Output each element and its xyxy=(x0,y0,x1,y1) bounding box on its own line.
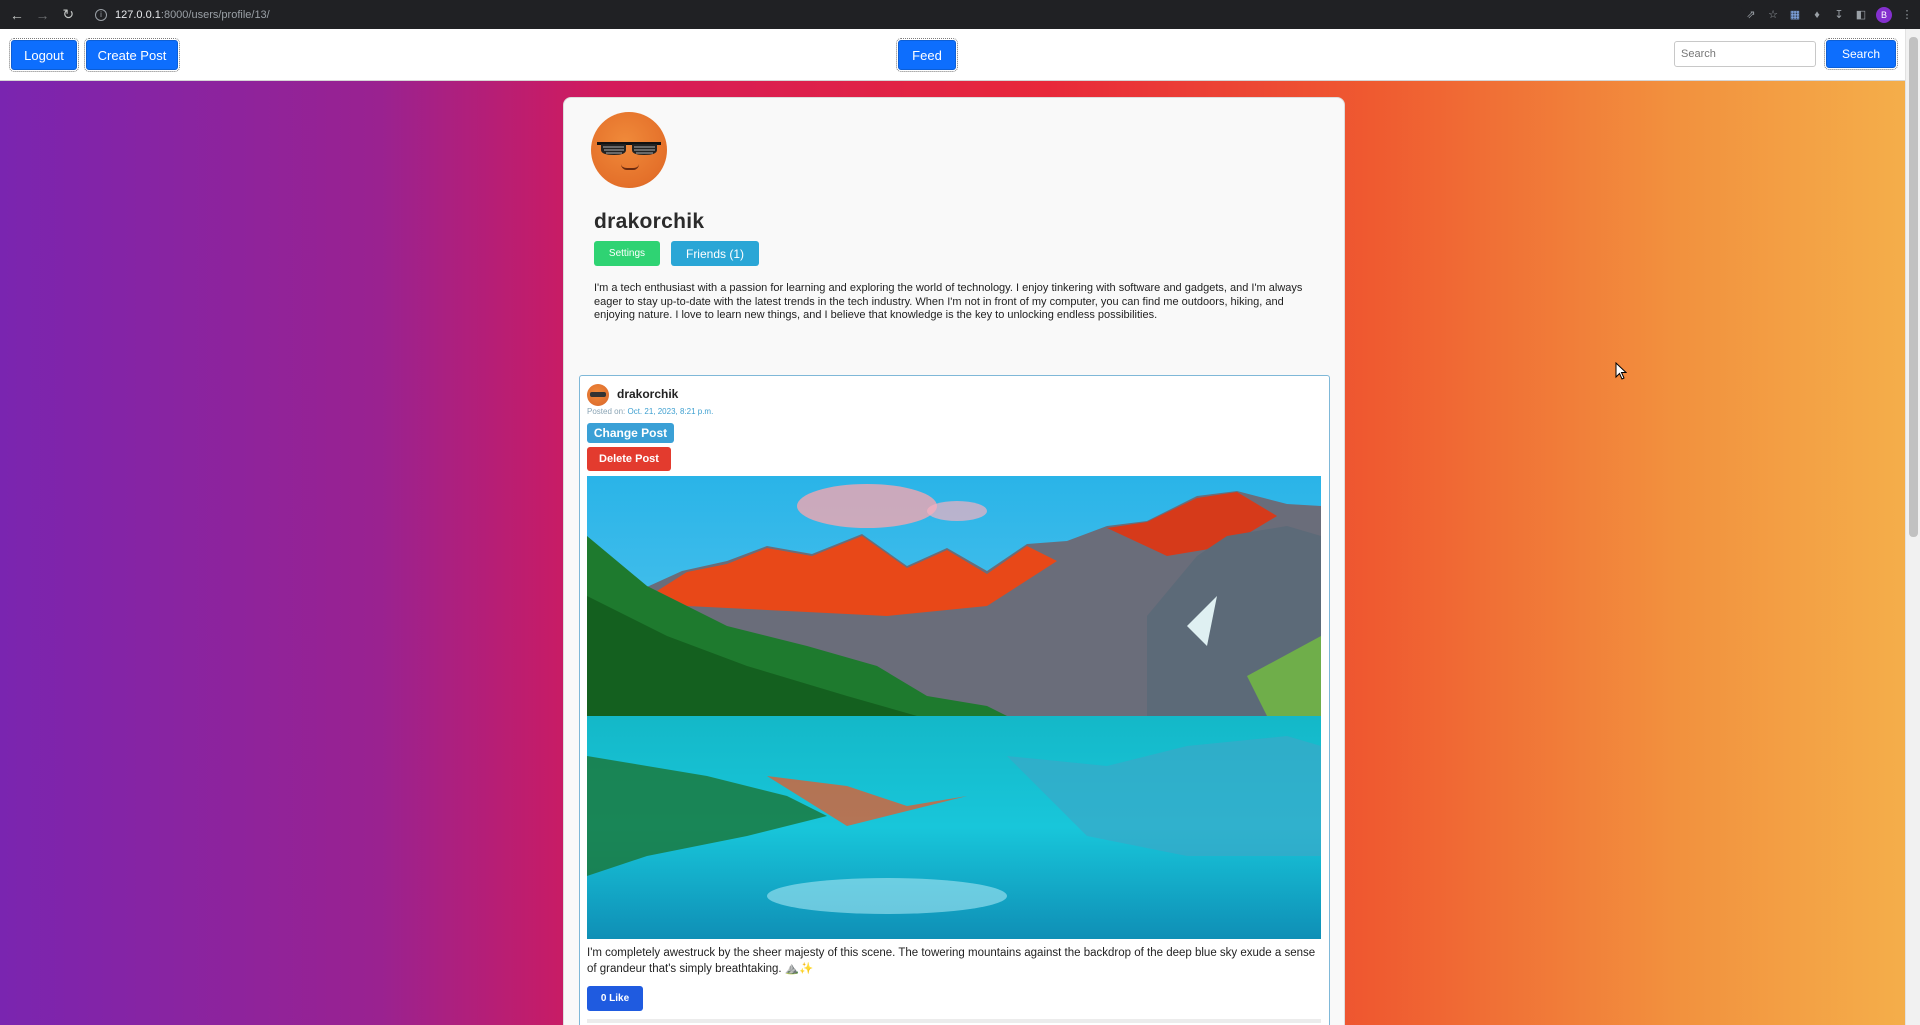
bookmark-star-icon[interactable]: ☆ xyxy=(1766,8,1780,22)
post-text: I'm completely awestruck by the sheer ma… xyxy=(587,947,1316,975)
post-card: drakorchik Posted on: Oct. 21, 2023, 8:2… xyxy=(579,375,1330,1025)
post-date: Posted on: Oct. 21, 2023, 8:21 p.m. xyxy=(587,407,713,416)
post-author-avatar[interactable] xyxy=(587,384,609,406)
post-author-name[interactable]: drakorchik xyxy=(617,387,678,401)
share-icon[interactable]: ⇗ xyxy=(1744,8,1758,22)
profile-avatar-image xyxy=(591,112,667,188)
menu-kebab-icon[interactable]: ⋮ xyxy=(1900,8,1914,22)
address-bar[interactable]: i 127.0.0.1:8000/users/profile/13/ xyxy=(89,3,1744,26)
post-date-label: Posted on: xyxy=(587,407,626,416)
translate-icon[interactable]: ▦ xyxy=(1788,8,1802,22)
post-divider xyxy=(587,1019,1321,1023)
like-button[interactable]: 0 Like xyxy=(587,986,643,1011)
search-input[interactable] xyxy=(1674,41,1816,67)
site-navbar: Logout Create Post Feed Search xyxy=(0,29,1905,81)
avatar-mouth xyxy=(621,164,639,170)
profile-avatar[interactable]: B xyxy=(1876,6,1892,23)
delete-post-button[interactable]: Delete Post xyxy=(587,447,671,471)
mouse-cursor-icon xyxy=(1615,362,1627,380)
page-scrollbar[interactable] xyxy=(1905,29,1920,1025)
browser-toolbar: ← → ↻ i 127.0.0.1:8000/users/profile/13/… xyxy=(0,0,1920,29)
create-post-button[interactable]: Create Post xyxy=(84,38,180,72)
settings-button[interactable]: Settings xyxy=(594,241,660,266)
download-icon[interactable]: ↧ xyxy=(1832,8,1846,22)
profile-card: drakorchik Settings Friends (1) I'm a te… xyxy=(563,97,1345,1025)
profile-bio: I'm a tech enthusiast with a passion for… xyxy=(594,282,1303,322)
friends-button[interactable]: Friends (1) xyxy=(671,241,759,266)
sunglasses-icon xyxy=(597,142,661,155)
search-button[interactable]: Search xyxy=(1824,38,1898,70)
post-image xyxy=(587,476,1321,939)
url-host: 127.0.0.1 xyxy=(115,8,161,21)
extensions-icon[interactable]: ♦ xyxy=(1810,8,1824,22)
logout-button[interactable]: Logout xyxy=(9,38,79,72)
profile-username: drakorchik xyxy=(594,210,705,233)
site-info-icon[interactable]: i xyxy=(95,8,108,21)
back-icon[interactable]: ← xyxy=(6,4,28,26)
feed-button[interactable]: Feed xyxy=(896,38,958,72)
post-date-value: Oct. 21, 2023, 8:21 p.m. xyxy=(627,407,714,416)
change-post-button[interactable]: Change Post xyxy=(587,423,674,443)
url-path: :8000/users/profile/13/ xyxy=(160,8,270,21)
forward-icon[interactable]: → xyxy=(32,4,54,26)
side-panel-icon[interactable]: ◧ xyxy=(1854,8,1868,22)
scrollbar-thumb[interactable] xyxy=(1909,37,1918,537)
reload-icon[interactable]: ↻ xyxy=(57,4,79,26)
